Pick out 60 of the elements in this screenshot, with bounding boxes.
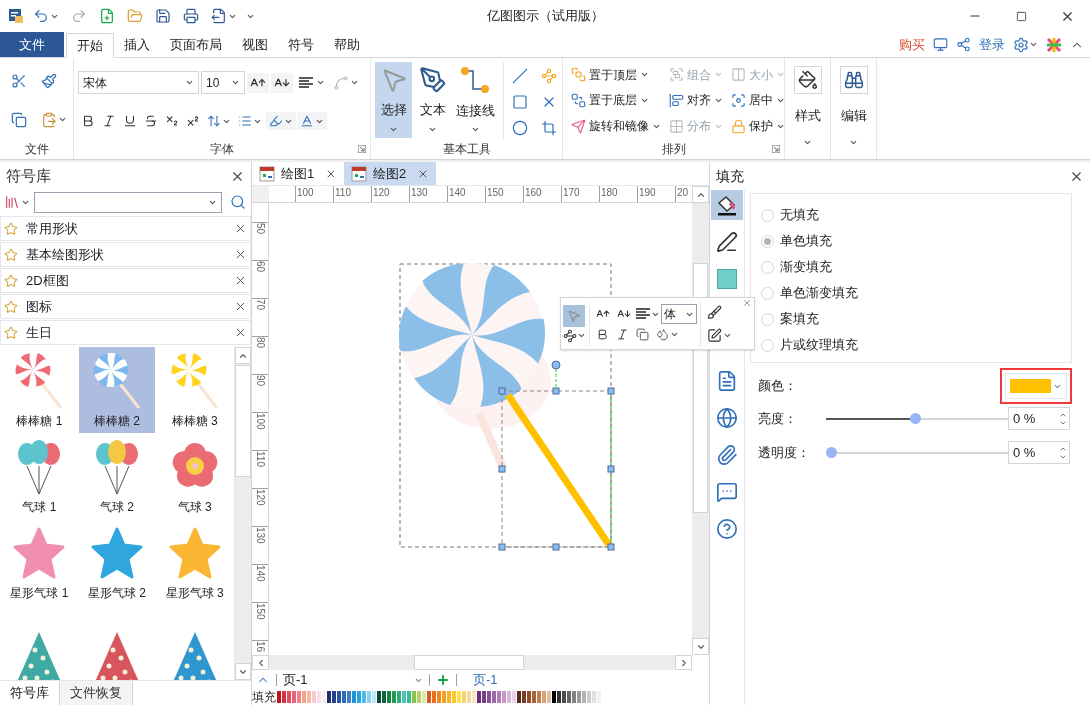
group-label: 文件 — [24, 141, 49, 158]
style-button[interactable]: 样式 — [793, 66, 822, 147]
arrange-button[interactable]: 旋转和镜像 — [571, 117, 661, 136]
shape-item[interactable]: 气球 2 — [78, 433, 156, 519]
file-menu-button[interactable]: 文件 — [0, 32, 64, 57]
ribbon-tab[interactable]: 插入 — [114, 32, 160, 57]
radio-label: 案填充 — [780, 310, 819, 329]
arrange-button[interactable]: 置于底层 — [571, 91, 661, 110]
tool-button[interactable]: 选择 — [375, 62, 413, 138]
tool-button[interactable]: 连接线 — [453, 62, 497, 138]
shape-item[interactable]: 气球 1 — [1, 433, 78, 519]
category-header[interactable]: 图标 — [0, 294, 251, 319]
category-header[interactable]: 基本绘图形状 — [0, 242, 251, 267]
edit-button[interactable]: 编辑 — [839, 66, 868, 147]
radio-label: 单色填充 — [780, 232, 832, 251]
palette-label: 填充 — [252, 689, 276, 704]
radio-label: 单色渐变填充 — [780, 284, 858, 303]
panel-title: 符号库 — [6, 165, 51, 186]
ribbon-tab[interactable]: 开始 — [66, 33, 114, 58]
buy-link[interactable]: 购买 — [899, 34, 925, 55]
shape-item[interactable]: 气球 3 — [156, 433, 233, 519]
arrange-button[interactable]: 保护 — [731, 117, 785, 136]
window-title: 亿图图示（试用版） — [486, 7, 604, 26]
font-size-select[interactable]: 10 — [201, 71, 245, 94]
shape-item[interactable]: 棒棒糖 1 — [1, 347, 78, 433]
document-tab[interactable]: 绘图2 — [344, 162, 436, 185]
login-link[interactable]: 登录 — [979, 34, 1005, 55]
radio-label: 无填充 — [780, 206, 819, 225]
panel-title: 填充 — [716, 166, 744, 186]
font-select[interactable]: 体 — [661, 304, 697, 324]
panel-tab[interactable]: 文件恢复 — [60, 681, 133, 705]
field-label: 亮度： — [758, 409, 798, 428]
group-label: 基本工具 — [442, 141, 491, 158]
shape-item[interactable]: 棒棒糖 3 — [156, 347, 233, 433]
ribbon-tab[interactable]: 页面布局 — [160, 32, 232, 57]
number-spinner[interactable]: 0 % — [1008, 407, 1070, 430]
category-header[interactable]: 2D框图 — [0, 268, 251, 293]
shape-item[interactable]: 棒棒糖 2 — [78, 347, 156, 433]
shape-item[interactable]: 星形气球 3 — [156, 519, 233, 605]
radio-label: 渐变填充 — [780, 258, 832, 277]
arrange-button[interactable]: 置于顶层 — [571, 65, 661, 84]
category-header[interactable]: 生日 — [0, 320, 251, 345]
group-label: 排列 — [661, 141, 686, 158]
shape-item[interactable]: 星形气球 2 — [78, 519, 156, 605]
arrange-button[interactable]: 居中 — [731, 91, 785, 110]
page-select[interactable]: 页-1 — [283, 670, 423, 690]
field-label: 透明度： — [758, 443, 811, 462]
number-spinner[interactable]: 0 % — [1008, 441, 1070, 464]
ribbon-tab[interactable]: 帮助 — [324, 32, 370, 57]
field-label: 颜色： — [758, 377, 797, 396]
ribbon-tab[interactable]: 符号 — [278, 32, 324, 57]
category-header[interactable]: 常用形状 — [0, 216, 251, 241]
arrange-button[interactable]: 对齐 — [669, 91, 723, 110]
page-tab[interactable]: 页-1 — [473, 670, 498, 690]
group-label: 字体 — [210, 141, 234, 158]
shape-item[interactable]: 星形气球 1 — [1, 519, 78, 605]
tool-button[interactable]: 文本 — [414, 62, 452, 138]
radio-label: 片或纹理填充 — [780, 336, 858, 355]
ribbon-tab[interactable]: 视图 — [232, 32, 278, 57]
font-select[interactable]: 宋体 — [78, 71, 199, 94]
